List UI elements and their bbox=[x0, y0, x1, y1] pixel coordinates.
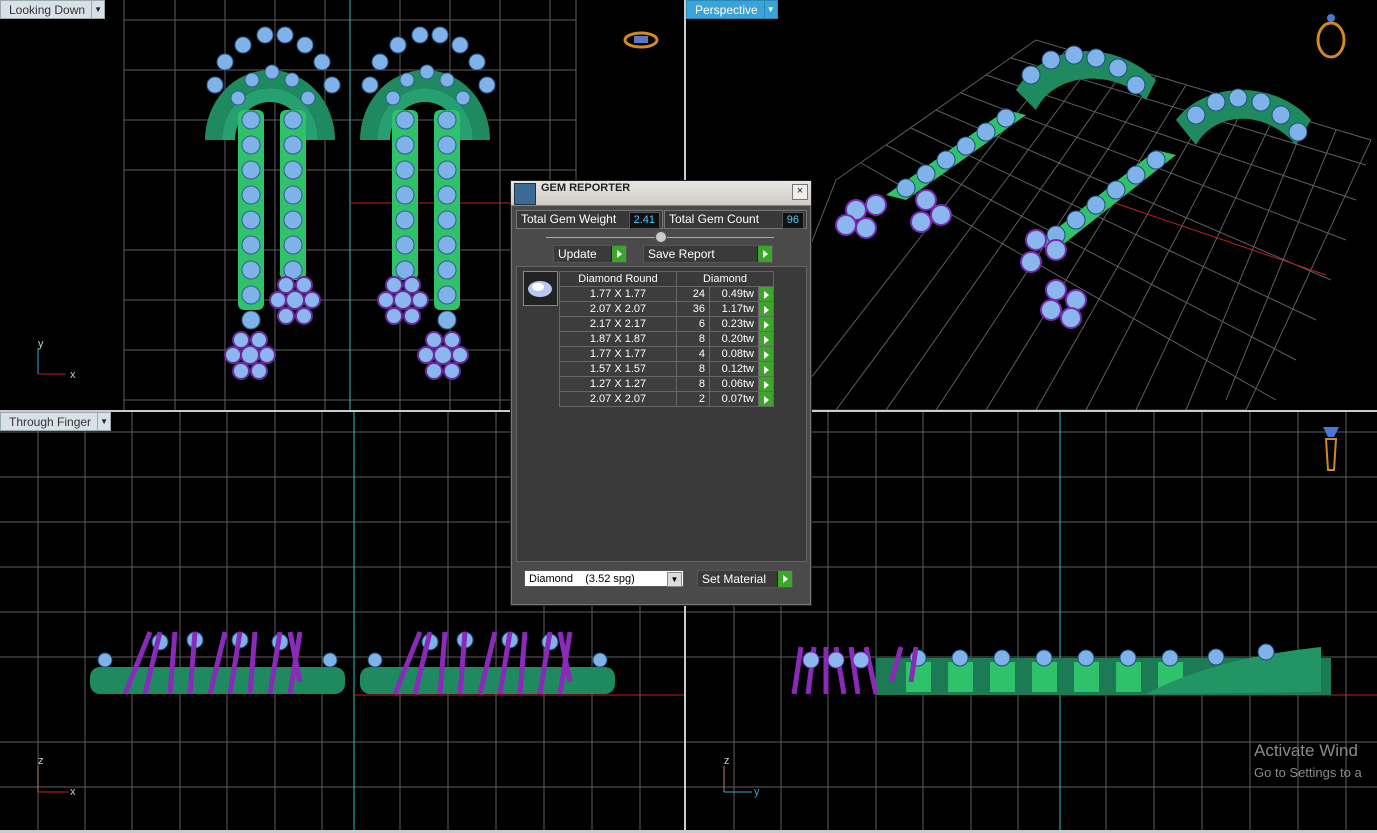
chevron-down-icon[interactable]: ▼ bbox=[97, 412, 112, 431]
update-button-label: Update bbox=[558, 247, 597, 261]
x-axis-line bbox=[1105, 199, 1327, 276]
gem-count: 6 bbox=[676, 316, 710, 332]
gem-weight: 0.08tw bbox=[709, 346, 759, 362]
watermark-line-2: Go to Settings to a bbox=[1254, 765, 1362, 780]
gem-count: 36 bbox=[676, 301, 710, 317]
close-icon[interactable]: × bbox=[792, 184, 808, 200]
gem-size: 2.07 X 2.07 bbox=[559, 391, 677, 407]
gem-count: 8 bbox=[676, 361, 710, 377]
axis-indicator: z x bbox=[37, 755, 76, 798]
viewport-label: Perspective bbox=[686, 0, 764, 19]
select-row-arrow-icon[interactable] bbox=[758, 301, 774, 317]
table-row[interactable]: 1.87 X 1.87 8 0.20tw bbox=[559, 331, 774, 347]
axis-x-label: x bbox=[70, 786, 76, 798]
select-row-arrow-icon[interactable] bbox=[758, 316, 774, 332]
table-row[interactable]: 1.77 X 1.77 24 0.49tw bbox=[559, 286, 774, 302]
gem-count: 8 bbox=[676, 376, 710, 392]
gem-weight: 0.07tw bbox=[709, 391, 759, 407]
gem-reporter-app-icon bbox=[514, 183, 536, 205]
gem-weight: 0.49tw bbox=[709, 286, 759, 302]
viewport-menu-perspective[interactable]: Perspective ▼ bbox=[686, 0, 778, 19]
viewport-menu-looking-down[interactable]: Looking Down ▼ bbox=[0, 0, 106, 19]
watermark-line-1: Activate Wind bbox=[1254, 741, 1358, 760]
gem-size: 1.87 X 1.87 bbox=[559, 331, 677, 347]
update-button[interactable]: Update bbox=[553, 245, 627, 263]
play-arrow-icon bbox=[611, 246, 626, 262]
set-material-button-label: Set Material bbox=[702, 572, 767, 586]
gem-reporter-window[interactable]: GEM REPORTER × Total Gem Weight 2.41 Tot… bbox=[510, 180, 812, 606]
gem-count: 24 bbox=[676, 286, 710, 302]
column-header-shape: Diamond Round bbox=[559, 271, 677, 287]
table-row[interactable]: 1.77 X 1.77 4 0.08tw bbox=[559, 346, 774, 362]
gem-weight: 0.12tw bbox=[709, 361, 759, 377]
material-select[interactable]: Diamond (3.52 spg) ▼ bbox=[524, 570, 684, 587]
gem-list-panel: Diamond Round Diamond 1.77 X 1.77 24 0.49t… bbox=[516, 266, 807, 562]
axis-y-label: y bbox=[754, 786, 760, 798]
splitter-handle[interactable] bbox=[655, 231, 667, 243]
earring-orientation-icon[interactable] bbox=[1323, 427, 1339, 471]
total-gem-weight: Total Gem Weight 2.41 bbox=[516, 210, 663, 229]
axis-z-label: z bbox=[724, 755, 730, 767]
axis-z-label: z bbox=[38, 755, 44, 767]
window-title: GEM REPORTER bbox=[541, 182, 631, 194]
select-row-arrow-icon[interactable] bbox=[758, 376, 774, 392]
column-header-material: Diamond bbox=[676, 271, 774, 287]
gem-reporter-titlebar[interactable]: GEM REPORTER × bbox=[511, 181, 811, 206]
gem-count: 4 bbox=[676, 346, 710, 362]
gem-size: 1.77 X 1.77 bbox=[559, 286, 677, 302]
material-select-value: Diamond (3.52 spg) bbox=[529, 573, 635, 585]
select-row-arrow-icon[interactable] bbox=[758, 286, 774, 302]
gem-weight: 0.23tw bbox=[709, 316, 759, 332]
viewport-menu-through-finger[interactable]: Through Finger ▼ bbox=[0, 412, 112, 431]
axis-indicator: y x bbox=[37, 338, 76, 381]
select-row-arrow-icon[interactable] bbox=[758, 391, 774, 407]
table-row[interactable]: 2.07 X 2.07 36 1.17tw bbox=[559, 301, 774, 317]
save-report-button[interactable]: Save Report bbox=[643, 245, 773, 263]
table-row[interactable]: 1.27 X 1.27 8 0.06tw bbox=[559, 376, 774, 392]
axis-x-label: x bbox=[70, 369, 76, 381]
total-gem-count-value: 96 bbox=[781, 212, 804, 229]
total-gem-count-label: Total Gem Count bbox=[669, 212, 760, 226]
activation-watermark: Activate Wind Go to Settings to a bbox=[1254, 740, 1362, 784]
ring-orientation-icon[interactable] bbox=[1316, 14, 1346, 59]
select-row-arrow-icon[interactable] bbox=[758, 331, 774, 347]
diamond-round-icon bbox=[523, 271, 558, 306]
chevron-down-icon[interactable]: ▼ bbox=[763, 0, 778, 19]
gem-weight: 0.20tw bbox=[709, 331, 759, 347]
select-row-arrow-icon[interactable] bbox=[758, 361, 774, 377]
total-gem-weight-label: Total Gem Weight bbox=[521, 212, 617, 226]
gem-size: 2.17 X 2.17 bbox=[559, 316, 677, 332]
play-arrow-icon bbox=[777, 571, 792, 587]
gem-count: 2 bbox=[676, 391, 710, 407]
axis-y-label: y bbox=[38, 338, 44, 350]
earrings-side-view bbox=[90, 631, 615, 695]
table-row[interactable]: 2.17 X 2.17 6 0.23tw bbox=[559, 316, 774, 332]
gem-weight: 0.06tw bbox=[709, 376, 759, 392]
gem-weight: 1.17tw bbox=[709, 301, 759, 317]
gem-size: 1.77 X 1.77 bbox=[559, 346, 677, 362]
gem-size: 2.07 X 2.07 bbox=[559, 301, 677, 317]
gem-count: 8 bbox=[676, 331, 710, 347]
save-report-button-label: Save Report bbox=[648, 247, 715, 261]
select-row-arrow-icon[interactable] bbox=[758, 346, 774, 362]
gem-size: 1.57 X 1.57 bbox=[559, 361, 677, 377]
gem-table: Diamond Round Diamond 1.77 X 1.77 24 0.49t… bbox=[559, 271, 774, 407]
ring-orientation-icon[interactable] bbox=[623, 31, 659, 49]
viewport-label: Through Finger bbox=[0, 412, 98, 431]
total-gem-count: Total Gem Count 96 bbox=[664, 210, 807, 229]
chevron-down-icon[interactable]: ▼ bbox=[91, 0, 106, 19]
play-arrow-icon bbox=[757, 246, 772, 262]
set-material-button[interactable]: Set Material bbox=[697, 570, 793, 588]
chevron-down-icon[interactable]: ▼ bbox=[667, 572, 682, 587]
table-row[interactable]: 2.07 X 2.07 2 0.07tw bbox=[559, 391, 774, 407]
axis-indicator: z y bbox=[723, 755, 760, 798]
viewport-label: Looking Down bbox=[0, 0, 92, 19]
table-row[interactable]: 1.57 X 1.57 8 0.12tw bbox=[559, 361, 774, 377]
total-gem-weight-value: 2.41 bbox=[628, 212, 660, 229]
gem-size: 1.27 X 1.27 bbox=[559, 376, 677, 392]
